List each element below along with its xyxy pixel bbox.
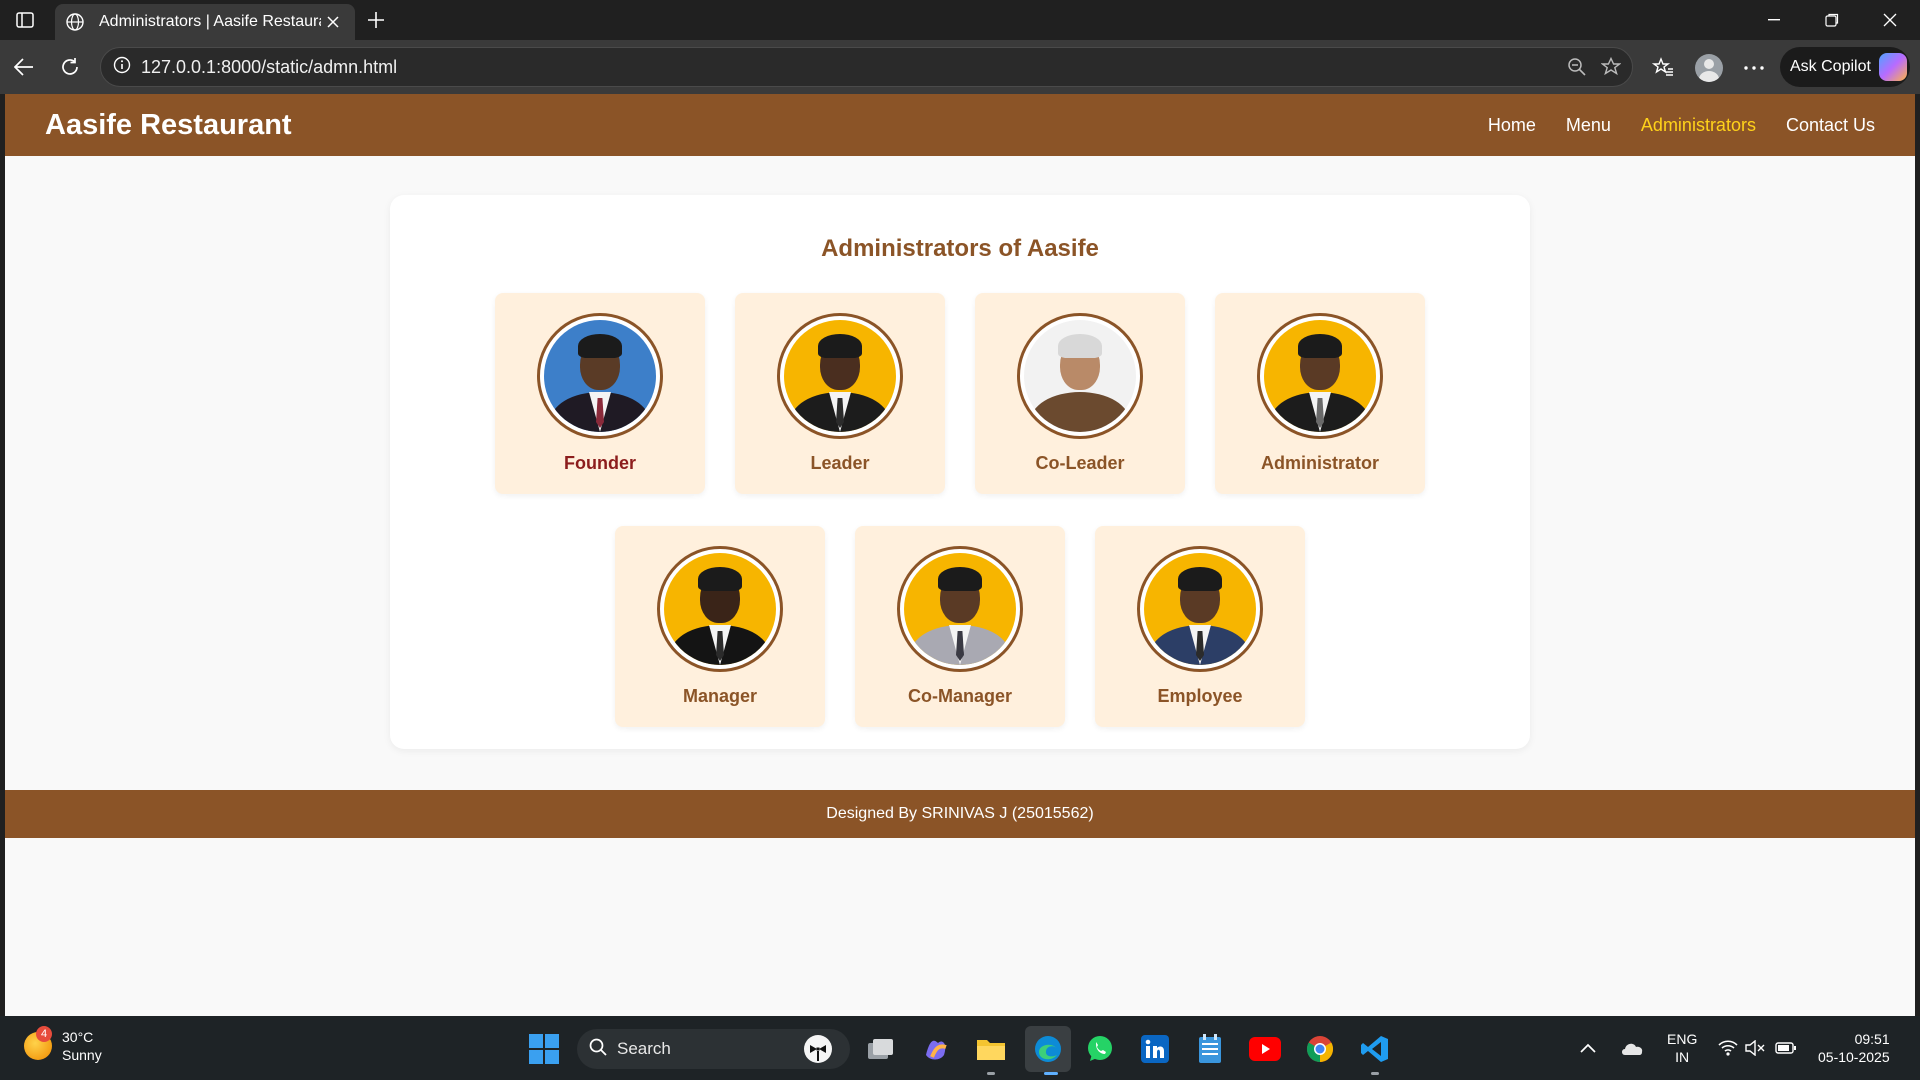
weather-desc: Sunny	[62, 1047, 102, 1063]
member-card-leader[interactable]: Leader	[735, 293, 945, 494]
vscode-icon[interactable]	[1358, 1032, 1392, 1066]
close-window-icon[interactable]	[1861, 0, 1919, 40]
search-icon	[589, 1038, 607, 1061]
member-photo	[1257, 313, 1383, 439]
windows-taskbar: 4 30°C Sunny Search ENG IN 09:51 05-10-2…	[0, 1016, 1920, 1080]
page-viewport: Aasife Restaurant Home Menu Administrato…	[5, 94, 1915, 1016]
member-role: Co-Manager	[907, 686, 1012, 706]
language-code: ENG	[1667, 1031, 1698, 1047]
site-info-icon[interactable]	[113, 56, 131, 79]
nav-home[interactable]: Home	[1488, 115, 1536, 136]
globe-icon	[65, 11, 87, 33]
page-title: Administrators of Aasife	[821, 235, 1099, 262]
member-photo	[897, 546, 1023, 672]
browser-tab-active[interactable]: Administrators | Aasife Restaurant	[55, 4, 355, 40]
zoom-out-icon[interactable]	[1560, 50, 1594, 84]
file-explorer-icon[interactable]	[974, 1032, 1008, 1066]
sun-icon: 4	[24, 1026, 52, 1060]
onedrive-icon[interactable]	[1620, 1016, 1644, 1080]
member-photo	[1137, 546, 1263, 672]
copilot-label: Ask Copilot	[1790, 58, 1871, 75]
address-bar[interactable]: 127.0.0.1:8000/static/admn.html	[100, 47, 1633, 87]
nav-menu[interactable]: Menu	[1566, 115, 1611, 136]
members-row-2: Manager Co-Manager Employee	[390, 526, 1530, 727]
restore-icon[interactable]	[1803, 0, 1861, 40]
tab-title: Administrators | Aasife Restaurant	[99, 13, 321, 30]
system-clock[interactable]: 09:51 05-10-2025	[1818, 1016, 1890, 1080]
notification-badge: 4	[36, 1026, 52, 1042]
search-placeholder: Search	[617, 1039, 671, 1058]
windows-start-icon[interactable]	[529, 1034, 559, 1064]
volume-muted-icon[interactable]	[1745, 1016, 1765, 1080]
browser-toolbar: 127.0.0.1:8000/static/admn.html	[0, 40, 1920, 94]
show-hidden-icons[interactable]	[1580, 1016, 1596, 1080]
task-view-icon[interactable]	[864, 1032, 898, 1066]
administrators-panel: Administrators of Aasife Founder Leader …	[390, 195, 1530, 749]
member-photo	[537, 313, 663, 439]
favorites-icon[interactable]	[1646, 51, 1680, 85]
chrome-icon[interactable]	[1303, 1032, 1337, 1066]
taskbar-search[interactable]: Search	[577, 1029, 850, 1069]
member-role: Co-Leader	[1035, 453, 1125, 473]
member-role: Employee	[1157, 686, 1243, 706]
member-card-co-manager[interactable]: Co-Manager	[855, 526, 1065, 727]
app-running-indicator	[1371, 1072, 1379, 1075]
whatsapp-icon[interactable]	[1083, 1032, 1117, 1066]
url-text[interactable]: 127.0.0.1:8000/static/admn.html	[141, 57, 1560, 78]
members-row-1: Founder Leader Co-Leader Administrator	[390, 293, 1530, 494]
more-options-icon[interactable]	[1737, 51, 1771, 85]
member-photo	[777, 313, 903, 439]
search-highlight-icon	[804, 1035, 832, 1063]
linkedin-icon[interactable]	[1138, 1032, 1172, 1066]
member-role: Founder	[564, 453, 636, 473]
member-photo	[1017, 313, 1143, 439]
edge-icon[interactable]	[1025, 1026, 1071, 1072]
member-card-co-leader[interactable]: Co-Leader	[975, 293, 1185, 494]
site-footer: Designed By SRINIVAS J (25015562)	[5, 790, 1915, 838]
notepad-icon[interactable]	[1193, 1032, 1227, 1066]
member-role: Manager	[682, 686, 758, 706]
language-indicator[interactable]: ENG IN	[1667, 1016, 1697, 1080]
member-role: Administrator	[1260, 453, 1379, 473]
member-card-founder[interactable]: Founder	[495, 293, 705, 494]
weather-widget[interactable]: 4 30°C Sunny	[24, 1026, 102, 1064]
clock-time: 09:51	[1854, 1031, 1890, 1047]
wifi-icon[interactable]	[1718, 1016, 1738, 1080]
member-photo	[657, 546, 783, 672]
battery-icon[interactable]	[1775, 1016, 1797, 1080]
tab-close-icon[interactable]	[321, 10, 345, 34]
nav-administrators[interactable]: Administrators	[1641, 115, 1756, 136]
member-card-employee[interactable]: Employee	[1095, 526, 1305, 727]
site-nav: Home Menu Administrators Contact Us	[1458, 115, 1875, 136]
clock-date: 05-10-2025	[1818, 1049, 1890, 1065]
weather-temp: 30°C	[62, 1029, 94, 1045]
language-region: IN	[1675, 1049, 1690, 1065]
nav-contact-us[interactable]: Contact Us	[1786, 115, 1875, 136]
browser-titlebar: Administrators | Aasife Restaurant	[0, 0, 1920, 40]
back-icon[interactable]	[8, 51, 40, 83]
member-card-manager[interactable]: Manager	[615, 526, 825, 727]
site-brand[interactable]: Aasife Restaurant	[45, 109, 292, 142]
site-header: Aasife Restaurant Home Menu Administrato…	[5, 94, 1915, 156]
member-card-administrator[interactable]: Administrator	[1215, 293, 1425, 494]
app-running-indicator	[987, 1072, 995, 1075]
member-role: Leader	[810, 453, 870, 473]
ask-copilot-button[interactable]: Ask Copilot	[1780, 47, 1910, 87]
minimize-icon[interactable]	[1745, 0, 1803, 40]
youtube-icon[interactable]	[1248, 1032, 1282, 1066]
favorite-star-icon[interactable]	[1594, 50, 1628, 84]
copilot-app-icon[interactable]	[919, 1032, 953, 1066]
reload-icon[interactable]	[54, 51, 86, 83]
new-tab-icon[interactable]	[362, 8, 390, 32]
app-active-indicator	[1044, 1072, 1058, 1075]
tab-actions-icon[interactable]	[10, 8, 40, 32]
footer-credit: Designed By SRINIVAS J (25015562)	[826, 805, 1094, 822]
copilot-icon	[1878, 53, 1907, 81]
profile-avatar[interactable]	[1692, 51, 1726, 85]
